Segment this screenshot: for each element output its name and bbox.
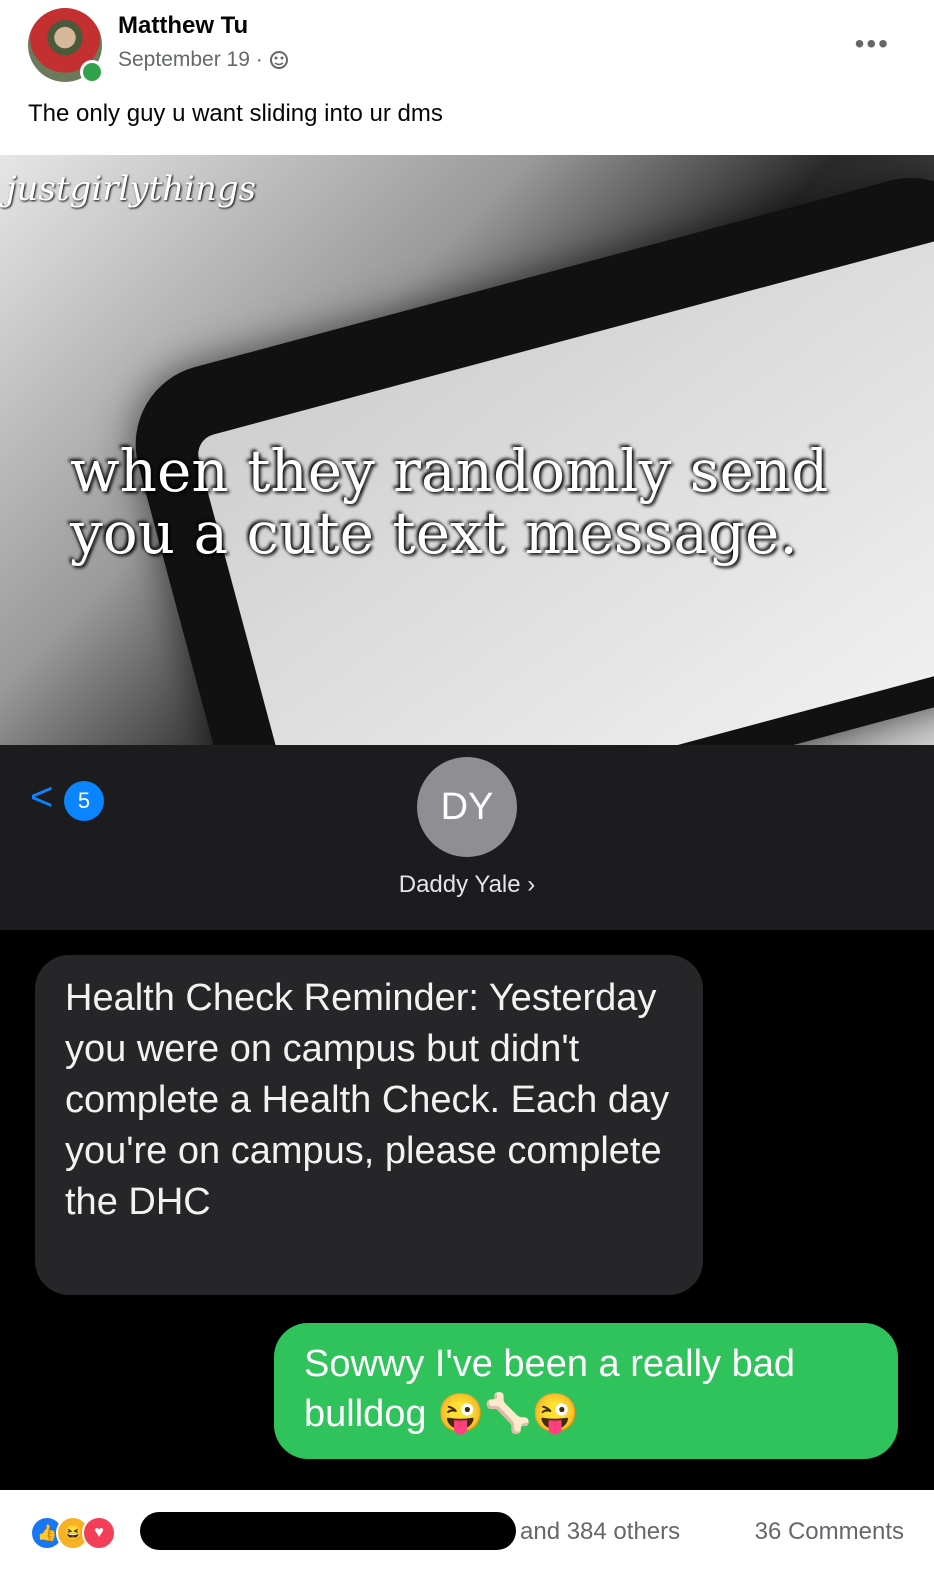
reaction-icons[interactable]: 👍 😆 ♥ <box>30 1516 116 1550</box>
online-status-dot <box>80 60 104 84</box>
post-footer: 👍 😆 ♥ and 384 others 36 Comments <box>0 1490 934 1570</box>
more-options-icon[interactable]: ••• <box>855 28 890 60</box>
love-icon: ♥ <box>82 1516 116 1550</box>
chat-header: < 5 DY Daddy Yale › <box>0 745 934 930</box>
post-meta: September 19 · <box>118 48 289 72</box>
post-caption: The only guy u want sliding into ur dms <box>28 100 443 127</box>
incoming-message-bubble: Health Check Reminder: Yesterday you wer… <box>35 955 703 1295</box>
outgoing-message-text: Sowwy I've been a really bad bulldog 😜🦴😜 <box>304 1343 795 1435</box>
meme-image[interactable]: justgirlythings when they randomly send … <box>0 155 934 745</box>
meme-text: when they randomly send you a cute text … <box>70 437 829 567</box>
contact-avatar[interactable]: DY <box>417 757 517 857</box>
redacted-names <box>140 1512 516 1550</box>
back-chevron-icon[interactable]: < <box>30 775 53 820</box>
audience-icon[interactable] <box>269 50 289 70</box>
outgoing-message-bubble: Sowwy I've been a really bad bulldog 😜🦴😜 <box>274 1323 898 1459</box>
post-date[interactable]: September 19 · <box>118 48 263 72</box>
chat-screenshot: < 5 DY Daddy Yale › Health Check Reminde… <box>0 745 934 1490</box>
post-header: Matthew Tu September 19 · ••• The only g… <box>0 0 934 150</box>
comments-count[interactable]: 36 Comments <box>755 1518 904 1546</box>
incoming-message-text: Health Check Reminder: Yesterday you wer… <box>65 977 670 1223</box>
unread-badge: 5 <box>64 781 104 821</box>
contact-name[interactable]: Daddy Yale › <box>0 871 934 899</box>
author-name[interactable]: Matthew Tu <box>118 12 248 40</box>
reaction-count[interactable]: and 384 others <box>520 1518 680 1546</box>
meme-brand: justgirlythings <box>6 169 257 209</box>
